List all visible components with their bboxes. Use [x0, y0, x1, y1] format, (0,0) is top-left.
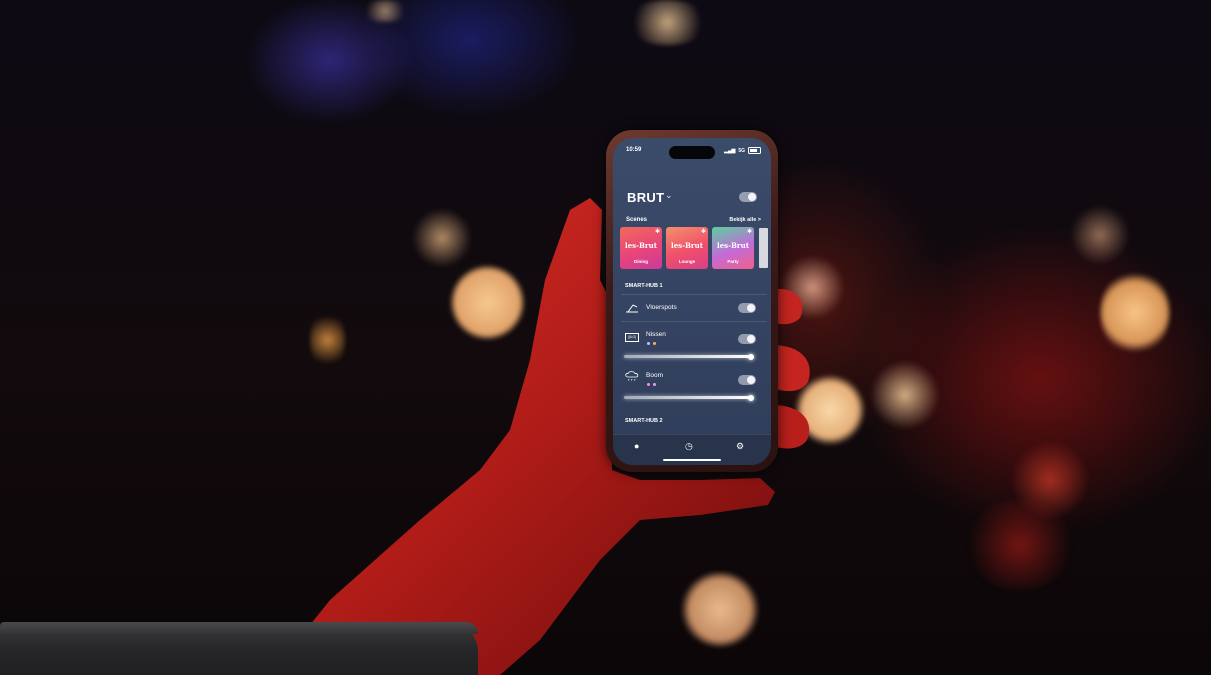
slider-knob[interactable] — [748, 353, 754, 360]
bokeh-background: 10:59 ▂▄▆ 5G BRUT ⌄ Scenes Bekijk alle >… — [0, 0, 1211, 675]
divider — [621, 294, 767, 295]
status-indicators: ▂▄▆ 5G — [724, 147, 761, 154]
clock-icon[interactable]: ◷ — [685, 441, 693, 452]
brightness-slider-boom[interactable] — [624, 396, 752, 399]
network-label: 5G — [738, 147, 745, 154]
scene-logo: les-Brut — [671, 241, 703, 250]
group-title: SMART-HUB 2 — [625, 418, 663, 424]
scene-card-lounge[interactable]: ✱ les-Brut Lounge — [666, 227, 708, 269]
scene-logo: les-Brut — [625, 241, 657, 250]
room-name-nissen[interactable]: Nissen — [646, 331, 666, 338]
star-icon: ✱ — [700, 229, 706, 235]
brightness-slider-nissen[interactable] — [624, 355, 752, 358]
gear-icon[interactable]: ⚙ — [736, 441, 744, 452]
status-time: 10:59 — [626, 147, 642, 153]
star-icon: ✱ — [654, 229, 660, 235]
location-title[interactable]: BRUT — [627, 190, 664, 205]
slider-knob[interactable] — [748, 394, 754, 401]
cloud-rain-icon — [625, 371, 639, 381]
status-dot — [653, 383, 656, 386]
scenes-label: Scenes — [626, 217, 648, 223]
status-dot — [653, 342, 656, 345]
divider — [621, 321, 767, 322]
home-indicator — [663, 459, 721, 461]
chevron-down-icon[interactable]: ⌄ — [665, 190, 673, 201]
star-icon: ✱ — [746, 229, 752, 235]
master-toggle[interactable] — [739, 192, 757, 202]
see-all-scenes-link[interactable]: Bekijk alle > — [729, 217, 761, 223]
status-dot — [647, 383, 650, 386]
bottom-nav: ● ◷ ⚙ — [613, 434, 771, 465]
scene-name: Dining — [634, 259, 648, 264]
room-name-boom[interactable]: Boom — [646, 372, 663, 379]
lamp-icon — [626, 304, 638, 313]
room-toggle-boom[interactable] — [738, 375, 756, 385]
scene-name: Party — [727, 259, 739, 264]
speaker-device-top — [0, 622, 478, 634]
signal-icon: ▂▄▆ — [724, 147, 736, 154]
bulb-icon[interactable]: ● — [634, 441, 639, 451]
scene-logo: les-Brut — [717, 241, 749, 250]
dynamic-island — [669, 146, 715, 159]
scenes-scroll-edge — [759, 228, 768, 268]
battery-icon — [748, 147, 761, 154]
phone-screen: 10:59 ▂▄▆ 5G BRUT ⌄ Scenes Bekijk alle >… — [613, 138, 771, 465]
scene-card-party[interactable]: ✱ les-Brut Party — [712, 227, 754, 269]
group-title: SMART-HUB 1 — [625, 283, 663, 289]
scene-card-dining[interactable]: ✱ les-Brut Dining — [620, 227, 662, 269]
room-toggle-vloerspots[interactable] — [738, 303, 756, 313]
status-dot — [647, 342, 650, 345]
scene-name: Lounge — [678, 259, 696, 264]
room-toggle-nissen[interactable] — [738, 334, 756, 344]
niche-icon: ||ILO| — [625, 333, 639, 342]
room-name-vloerspots[interactable]: Vloerspots — [646, 304, 677, 311]
